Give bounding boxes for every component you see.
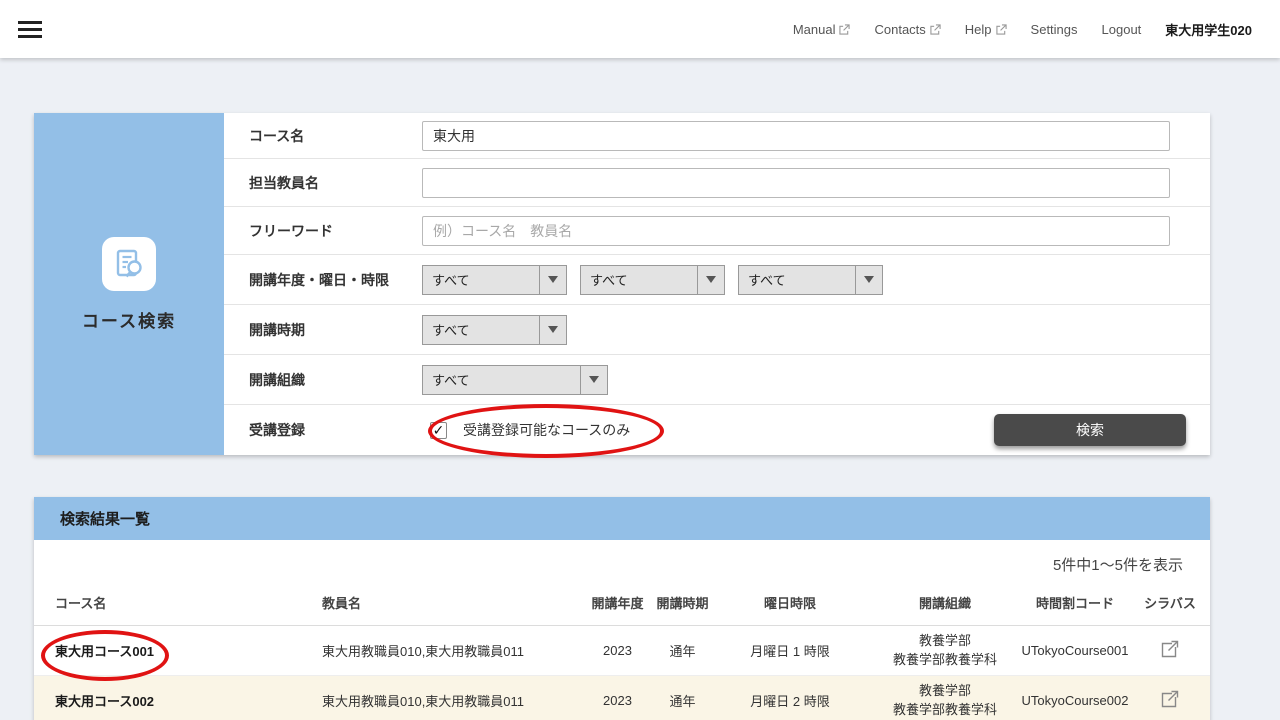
year-day-period-label: 開講年度・曜日・時限 <box>224 270 422 290</box>
table-row: 東大用コース002 東大用教職員010,東大用教職員011 2023 通年 月曜… <box>34 675 1210 720</box>
results-table: コース名 教員名 開講年度 開講時期 曜日時限 開講組織 時間割コード シラバス… <box>34 581 1210 720</box>
nav-contacts[interactable]: Contacts <box>874 22 940 37</box>
year-cell: 2023 <box>580 675 655 720</box>
term-select[interactable]: すべて <box>422 315 567 345</box>
hamburger-menu-icon[interactable] <box>18 17 42 41</box>
syllabus-cell <box>1130 625 1210 675</box>
chevron-down-icon <box>539 316 566 344</box>
teachers-cell: 東大用教職員010,東大用教職員011 <box>322 675 580 720</box>
results-count: 5件中1〜5件を表示 <box>34 540 1210 575</box>
col-timetable-code: 時間割コード <box>1020 581 1130 625</box>
teacher-name-input[interactable] <box>422 168 1170 198</box>
col-day-period: 曜日時限 <box>710 581 870 625</box>
table-header-row: コース名 教員名 開講年度 開講時期 曜日時限 開講組織 時間割コード シラバス <box>34 581 1210 625</box>
nav-manual-label: Manual <box>793 22 836 37</box>
nav-help-label: Help <box>965 22 992 37</box>
organization-cell: 教養学部 教養学部教養学科 <box>870 625 1020 675</box>
day-period-cell: 月曜日 2 時限 <box>710 675 870 720</box>
chevron-down-icon <box>697 266 724 294</box>
course-name-input[interactable] <box>422 121 1170 151</box>
free-word-label: フリーワード <box>224 221 422 241</box>
external-link-icon <box>930 24 941 35</box>
top-nav: Manual Contacts Help <box>793 0 1252 58</box>
nav-contacts-label: Contacts <box>874 22 925 37</box>
year-select[interactable]: すべて <box>422 265 567 295</box>
external-link-icon <box>996 24 1007 35</box>
year-cell: 2023 <box>580 625 655 675</box>
search-panel-title: コース検索 <box>82 307 176 332</box>
teachers-cell: 東大用教職員010,東大用教職員011 <box>322 625 580 675</box>
nav-settings-label: Settings <box>1031 22 1078 37</box>
timetable-code-cell: UTokyoCourse002 <box>1020 675 1130 720</box>
course-link[interactable]: 東大用コース002 <box>34 675 322 720</box>
results-title: 検索結果一覧 <box>34 497 1210 540</box>
timetable-code-cell: UTokyoCourse001 <box>1020 625 1130 675</box>
top-header: Manual Contacts Help <box>0 0 1280 58</box>
registration-checkbox-label: 受講登録可能なコースのみ <box>463 420 630 440</box>
page: Manual Contacts Help <box>0 0 1280 720</box>
free-word-input[interactable] <box>422 216 1170 246</box>
nav-settings[interactable]: Settings <box>1031 22 1078 37</box>
course-search-icon <box>102 237 156 291</box>
search-form: コース名 担当教員名 フリーワード 開講年度・曜日・時限 すべて <box>224 113 1210 455</box>
organization-select[interactable]: すべて <box>422 365 608 395</box>
external-link-icon <box>839 24 850 35</box>
col-organization: 開講組織 <box>870 581 1020 625</box>
day-period-cell: 月曜日 1 時限 <box>710 625 870 675</box>
period-select[interactable]: すべて <box>738 265 883 295</box>
term-cell: 通年 <box>655 675 710 720</box>
col-year: 開講年度 <box>580 581 655 625</box>
term-label: 開講時期 <box>224 320 422 340</box>
organization-cell: 教養学部 教養学部教養学科 <box>870 675 1020 720</box>
day-select[interactable]: すべて <box>580 265 725 295</box>
search-button[interactable]: 検索 <box>994 414 1186 446</box>
nav-logout-label: Logout <box>1102 22 1142 37</box>
teacher-name-label: 担当教員名 <box>224 173 422 193</box>
username: 東大用学生020 <box>1165 20 1252 39</box>
table-row: 東大用コース001 東大用教職員010,東大用教職員011 2023 通年 月曜… <box>34 625 1210 675</box>
col-teacher-name: 教員名 <box>322 581 580 625</box>
course-name-label: コース名 <box>224 126 422 146</box>
syllabus-external-link-icon[interactable] <box>1160 689 1180 709</box>
col-course-name: コース名 <box>34 581 322 625</box>
chevron-down-icon <box>539 266 566 294</box>
search-sidebar: コース検索 <box>34 113 224 455</box>
course-link[interactable]: 東大用コース001 <box>34 625 322 675</box>
registration-label: 受講登録 <box>224 420 422 440</box>
search-results-panel: 検索結果一覧 5件中1〜5件を表示 コース名 教員名 開講年度 開講時期 曜日時… <box>34 497 1210 720</box>
col-term: 開講時期 <box>655 581 710 625</box>
course-search-panel: コース検索 コース名 担当教員名 フリーワード 開講年度・曜日・時限 すべて <box>34 113 1210 455</box>
chevron-down-icon <box>580 366 607 394</box>
chevron-down-icon <box>855 266 882 294</box>
col-syllabus: シラバス <box>1130 581 1210 625</box>
nav-help[interactable]: Help <box>965 22 1007 37</box>
registration-checkbox[interactable]: ✓ <box>430 422 447 439</box>
organization-label: 開講組織 <box>224 370 422 390</box>
syllabus-external-link-icon[interactable] <box>1160 639 1180 659</box>
term-cell: 通年 <box>655 625 710 675</box>
nav-logout[interactable]: Logout <box>1102 22 1142 37</box>
syllabus-cell <box>1130 675 1210 720</box>
nav-manual[interactable]: Manual <box>793 22 851 37</box>
